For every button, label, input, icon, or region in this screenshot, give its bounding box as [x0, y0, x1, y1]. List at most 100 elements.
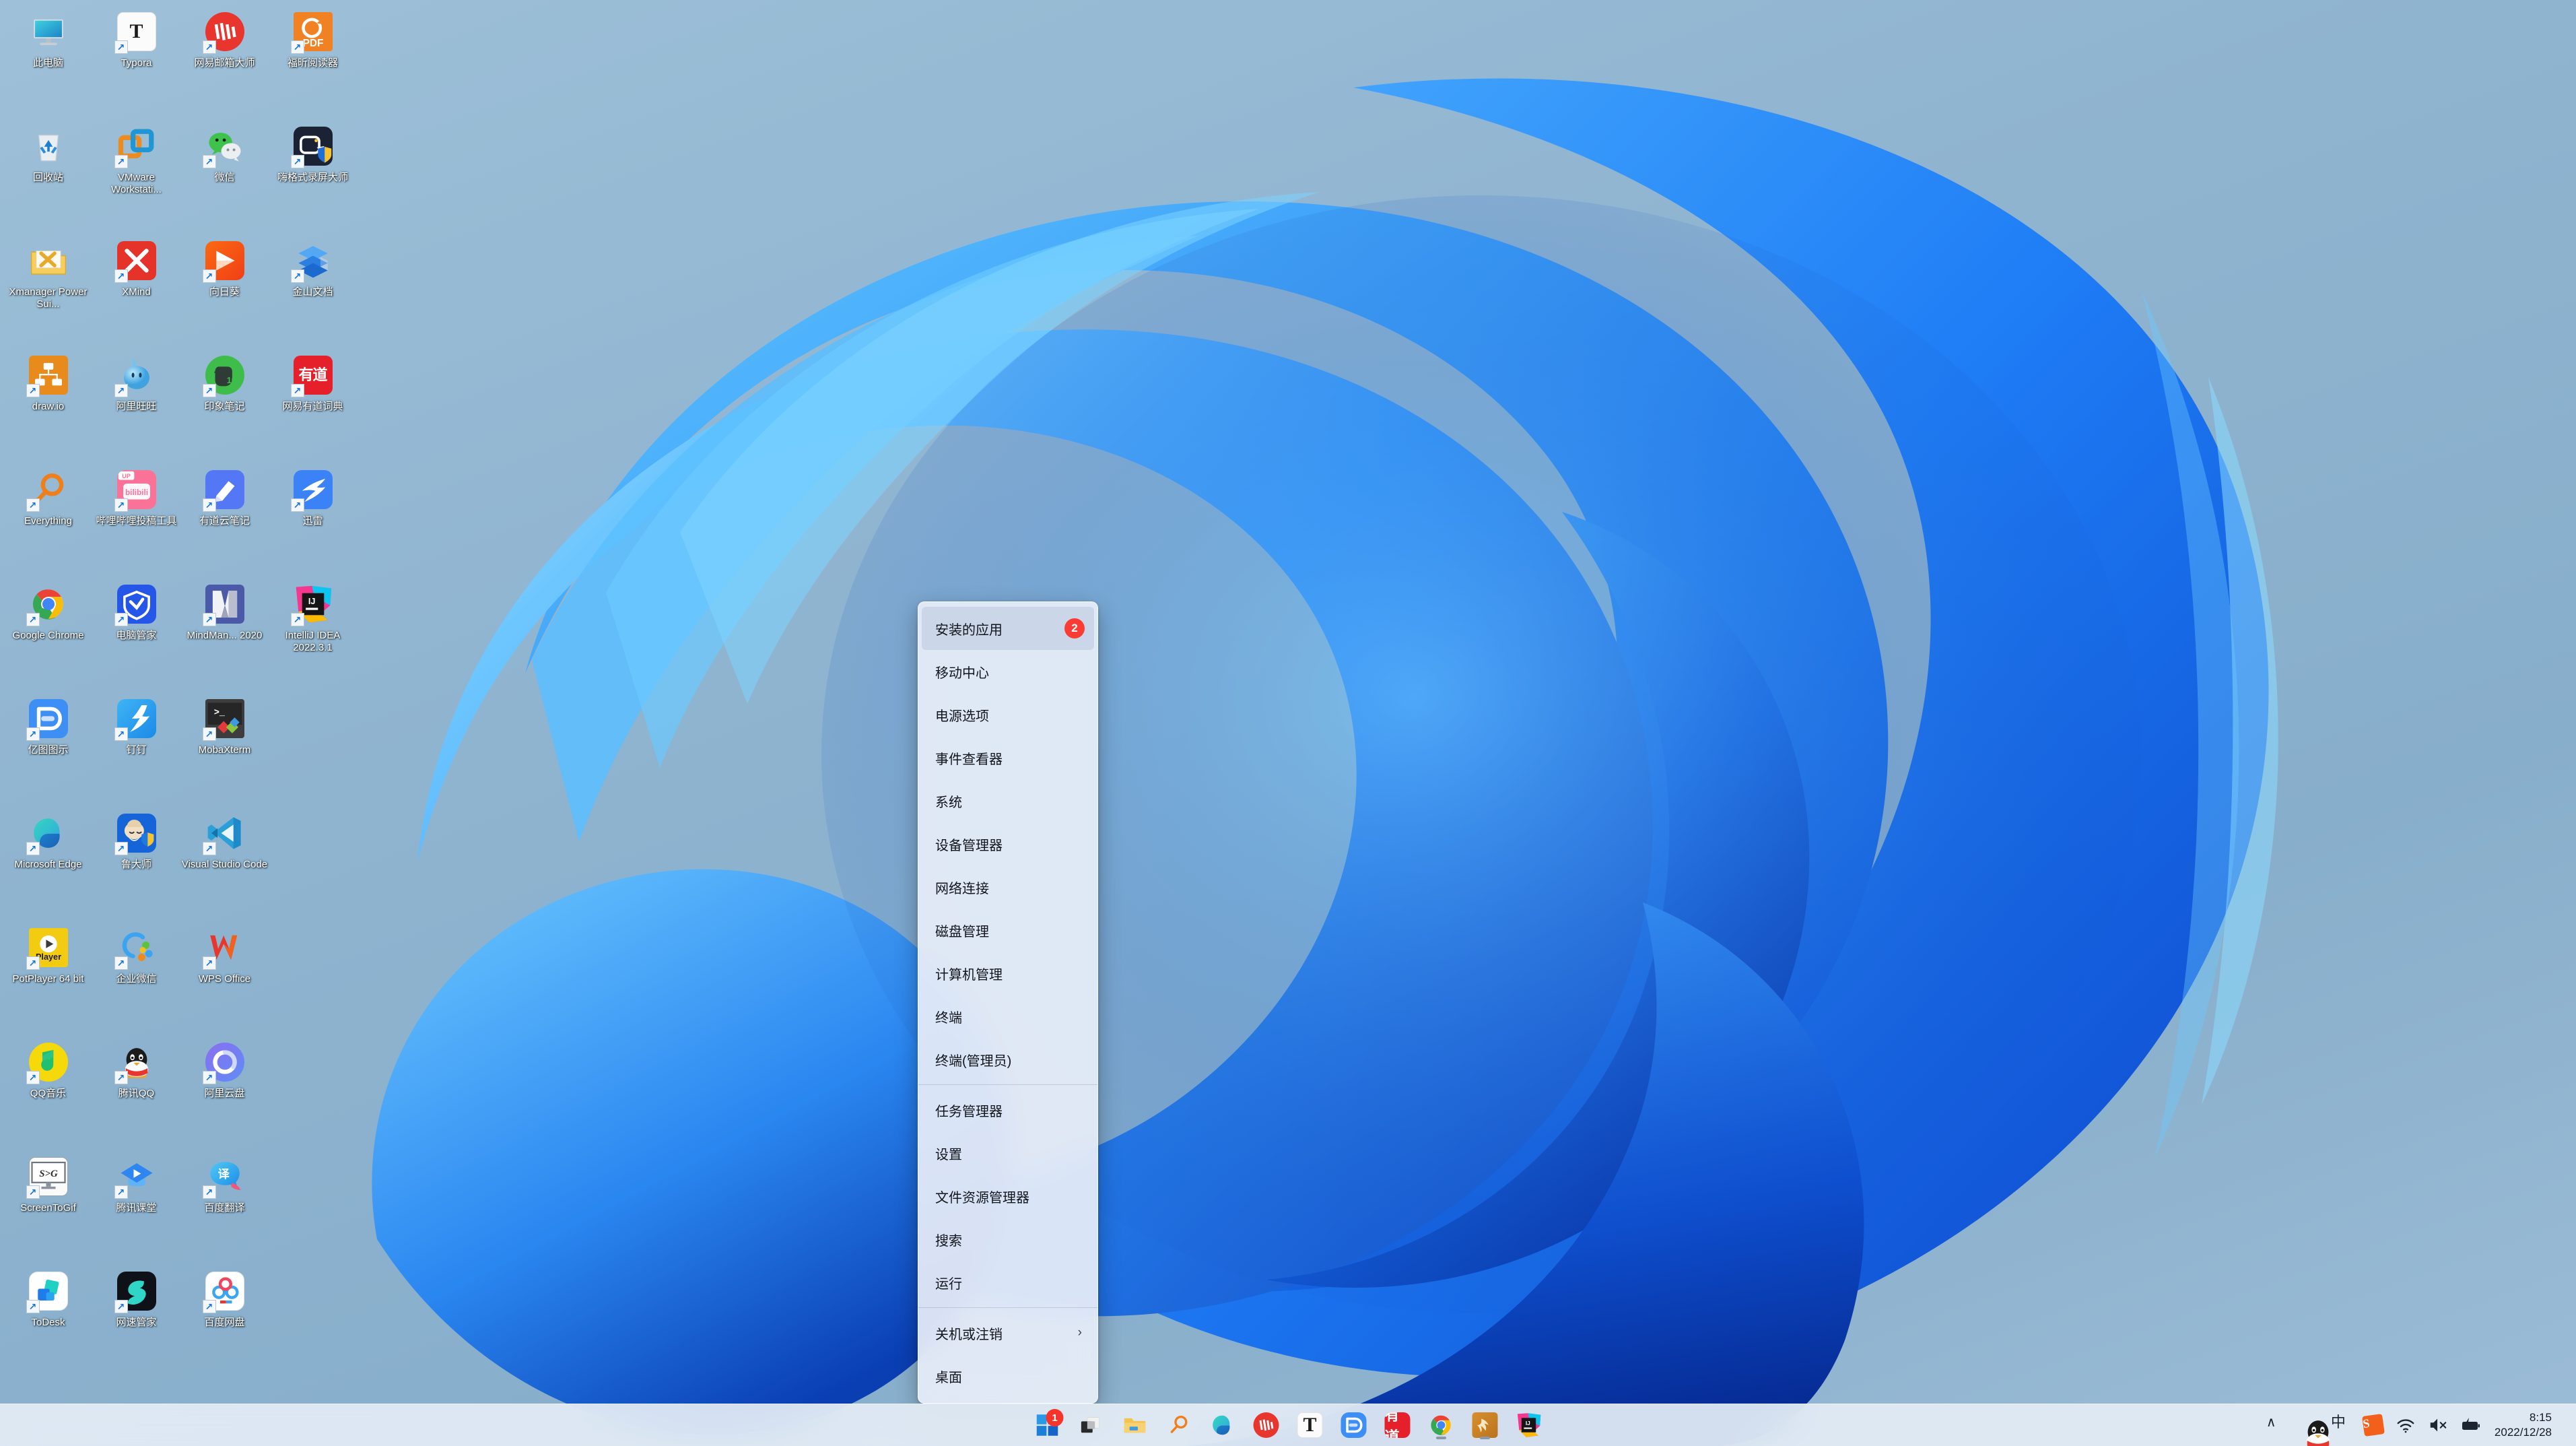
- tray-qq-icon[interactable]: [2293, 1410, 2330, 1446]
- search-button[interactable]: [1163, 1410, 1194, 1441]
- desktop-icon-sunlogin[interactable]: 向日葵: [180, 234, 269, 349]
- desktop-icon-tencent-ketang[interactable]: 腾讯课堂: [92, 1150, 180, 1265]
- context-menu-item[interactable]: 网络连接: [922, 865, 1094, 909]
- desktop-icon-wps-office[interactable]: WPS Office: [180, 921, 269, 1036]
- desktop-icon-microsoft-edge[interactable]: Microsoft Edge: [4, 807, 92, 921]
- desktop-icon-bilibili-upload-tool[interactable]: UP bilibili 哔哩哔哩投稿工具: [92, 463, 180, 578]
- desktop-icon-vscode[interactable]: Visual Studio Code: [180, 807, 269, 921]
- calligraphy-button[interactable]: [1470, 1410, 1501, 1441]
- context-menu-item[interactable]: 事件查看器: [922, 736, 1094, 779]
- context-menu-item[interactable]: 设置: [922, 1131, 1094, 1175]
- youdao-button[interactable]: 有道: [1382, 1410, 1413, 1441]
- desktop-icon-wangsu-manager[interactable]: 网速管家: [92, 1265, 180, 1379]
- context-menu-item[interactable]: 磁盘管理: [922, 909, 1094, 952]
- shortcut-arrow-icon: [114, 498, 128, 512]
- tencent-qq-icon: [2299, 1415, 2330, 1446]
- show-desktop-button[interactable]: [2563, 1404, 2569, 1446]
- mindmanager-2020-icon: [202, 583, 246, 626]
- desktop-icon-higeshi-recorder[interactable]: 嗨格式录屏大师: [269, 120, 357, 234]
- desktop-icon-xmind[interactable]: XMind: [92, 234, 180, 349]
- desktop-icon-aliyun-drive[interactable]: 阿里云盘: [180, 1036, 269, 1150]
- taskbar-clock[interactable]: 8:15 2022/12/28: [2486, 1408, 2563, 1443]
- desktop-icon-label: 百度网盘: [204, 1317, 245, 1328]
- desktop-icon-evernote[interactable]: 10 印象笔记: [180, 349, 269, 463]
- tray-battery-icon[interactable]: [2454, 1410, 2486, 1441]
- desktop-icon-google-chrome[interactable]: Google Chrome: [4, 578, 92, 692]
- context-menu-item[interactable]: 文件资源管理器: [922, 1175, 1094, 1218]
- tray-sogou-icon[interactable]: S: [2357, 1410, 2389, 1441]
- desktop-icon-wecom[interactable]: 企业微信: [92, 921, 180, 1036]
- context-menu-item[interactable]: 运行: [922, 1261, 1094, 1304]
- desktop-icon-dingtalk[interactable]: 钉钉: [92, 692, 180, 807]
- context-menu-separator: [918, 1307, 1097, 1308]
- desktop-icon-vmware-workstation[interactable]: VMware Workstati...: [92, 120, 180, 234]
- desktop-icon-mobaxterm[interactable]: >_ MobaXterm: [180, 692, 269, 807]
- context-menu-item[interactable]: 任务管理器: [922, 1088, 1094, 1131]
- desktop-icon-qq-music[interactable]: QQ音乐: [4, 1036, 92, 1150]
- desktop-icon-foxit-reader[interactable]: PDF 福昕阅读器: [269, 5, 357, 120]
- desktop-icon-thunder-xunlei[interactable]: 迅雷: [269, 463, 357, 578]
- typora-button[interactable]: T: [1295, 1410, 1326, 1441]
- desktop-icon-recycle-bin[interactable]: 回收站: [4, 120, 92, 234]
- tray-overflow-button[interactable]: ∧: [2260, 1410, 2293, 1441]
- task-view-button[interactable]: [1076, 1410, 1107, 1441]
- desktop-icon-mindmanager-2020[interactable]: MindMan... 2020: [180, 578, 269, 692]
- tray-volume-icon[interactable]: [2422, 1410, 2454, 1441]
- edge-button[interactable]: [1207, 1410, 1238, 1441]
- edraw-button[interactable]: [1338, 1410, 1369, 1441]
- desktop-icon-aliwangwang[interactable]: 阿里旺旺: [92, 349, 180, 463]
- context-menu-item[interactable]: 系统: [922, 779, 1094, 822]
- desktop-icon-edraw-max[interactable]: 亿图图示: [4, 692, 92, 807]
- context-menu-item[interactable]: 终端(管理员): [922, 1038, 1094, 1081]
- desktop-icon-screentogif[interactable]: S>G ScreenToGif: [4, 1150, 92, 1265]
- shortcut-arrow-icon: [202, 842, 216, 855]
- desktop-wallpaper[interactable]: [0, 0, 2576, 1446]
- shortcut-arrow-icon: [114, 842, 128, 855]
- desktop-icon-this-pc-monitor[interactable]: 此电脑: [4, 5, 92, 120]
- clock-date: 2022/12/28: [2494, 1426, 2552, 1439]
- chrome-button[interactable]: [1426, 1410, 1457, 1441]
- context-menu-item[interactable]: 安装的应用 2: [922, 607, 1094, 650]
- shortcut-arrow-icon: [114, 155, 128, 168]
- svg-text:IJ: IJ: [1526, 1420, 1530, 1426]
- desktop-icon-netease-mail-master[interactable]: 网易邮箱大师: [180, 5, 269, 120]
- desktop-icon-ludashi[interactable]: 鲁大师: [92, 807, 180, 921]
- context-menu-item[interactable]: 移动中心: [922, 650, 1094, 693]
- desktop-icon-potplayer[interactable]: Player PotPlayer 64 bit: [4, 921, 92, 1036]
- desktop-icon-youdao-dict[interactable]: 有道网易有道词典: [269, 349, 357, 463]
- desktop-icon-todesk[interactable]: ToDesk: [4, 1265, 92, 1379]
- desktop-icon-baidu-netdisk[interactable]: 百度网盘: [180, 1265, 269, 1379]
- context-menu-item[interactable]: 设备管理器: [922, 822, 1094, 865]
- desktop-icon-tencent-pc-manager[interactable]: 电脑管家: [92, 578, 180, 692]
- tray-network-icon[interactable]: [2389, 1410, 2422, 1441]
- desktop-icon-grid: 此电脑 T Typora 网易邮箱大师 PDF 福昕阅读器回收站 VMware Workst…: [0, 5, 377, 1379]
- netease-mail-button[interactable]: [1251, 1410, 1282, 1441]
- context-menu-item[interactable]: 桌面: [922, 1354, 1094, 1398]
- desktop-icon-wechat[interactable]: 微信: [180, 120, 269, 234]
- desktop-icon-tencent-qq[interactable]: 腾讯QQ: [92, 1036, 180, 1150]
- context-menu-item[interactable]: 关机或注销 ›: [922, 1311, 1094, 1354]
- taskbar[interactable]: 1 T 有道 IJ ∧ 中 S 8:15 2022/12/28: [0, 1404, 2576, 1446]
- context-menu-item[interactable]: 计算机管理: [922, 952, 1094, 995]
- svg-text:>_: >_: [213, 709, 225, 719]
- kingsoft-docs-icon: [290, 240, 334, 283]
- desktop-icon-kingsoft-docs[interactable]: 金山文档: [269, 234, 357, 349]
- desktop-icon-youdao-note[interactable]: 有道云笔记: [180, 463, 269, 578]
- desktop-icon-label: 微信: [214, 172, 235, 183]
- context-menu-item[interactable]: 电源选项: [922, 693, 1094, 736]
- netease-mail-master-icon: [1253, 1412, 1279, 1438]
- desktop-icon-xmanager-power-suite[interactable]: Xmanager Power Sui...: [4, 234, 92, 349]
- desktop-icon-baidu-translate[interactable]: 译百度翻译: [180, 1150, 269, 1265]
- desktop-icon-typora[interactable]: T Typora: [92, 5, 180, 120]
- desktop-context-menu[interactable]: 安装的应用 2 移动中心 电源选项 事件查看器 系统 设备管理器 网络连接 磁盘管理 计算机管理终…: [918, 601, 1098, 1404]
- context-menu-item[interactable]: 搜索: [922, 1218, 1094, 1261]
- intellij-idea-button[interactable]: IJ: [1514, 1410, 1545, 1441]
- desktop-icon-everything-search[interactable]: Everything: [4, 463, 92, 578]
- start-button[interactable]: 1: [1032, 1409, 1064, 1441]
- desktop-icon-intellij-idea[interactable]: IJ IntelliJ IDEA 2022.3.1: [269, 578, 357, 692]
- context-menu-item[interactable]: 终端: [922, 995, 1094, 1038]
- tray-ime-icon[interactable]: 中: [2325, 1410, 2357, 1441]
- file-explorer-button[interactable]: [1120, 1410, 1151, 1441]
- desktop-icon-drawio[interactable]: draw.io: [4, 349, 92, 463]
- evernote-icon: 10: [202, 354, 246, 397]
